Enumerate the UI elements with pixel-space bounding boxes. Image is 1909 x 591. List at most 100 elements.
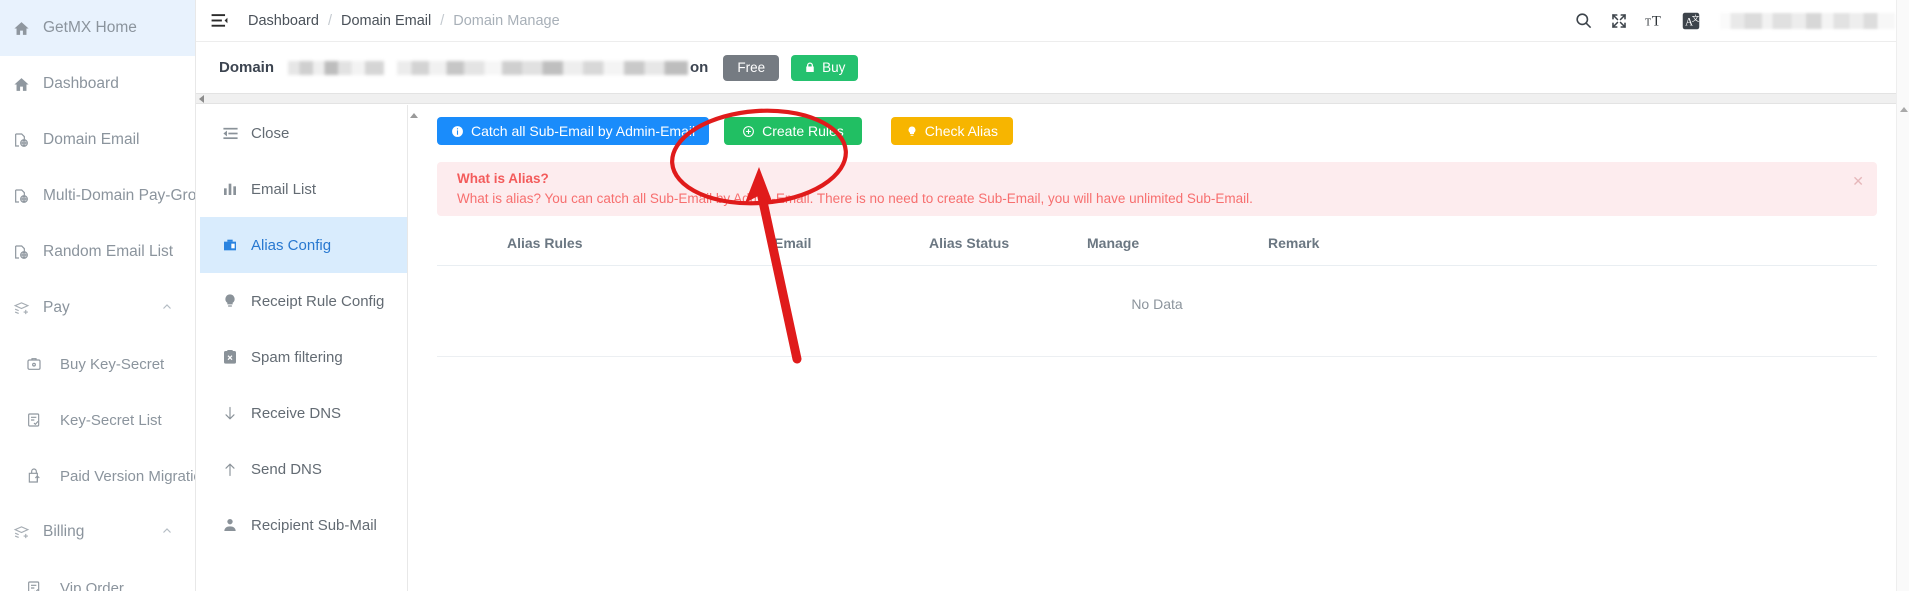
svg-text:T: T [1645,17,1651,28]
alias-info-alert: What is Alias? What is alias? You can ca… [437,162,1877,216]
sidebar-item-label: Key-Secret List [60,411,162,429]
sidebar-item-random-email-list[interactable]: Random Email List [0,224,195,280]
domain-info-bar: Domain on Free Buy [196,42,1909,93]
search-icon[interactable] [1574,11,1593,30]
action-toolbar: Catch all Sub-Email by Admin-Email Creat… [437,117,1013,145]
sidebar-item-getmx-home[interactable]: GetMX Home [0,0,195,56]
sidebar-item-domain-email[interactable]: Domain Email [0,112,195,168]
primary-sidebar: GetMX Home Dashboard Domain Email Multi-… [0,0,196,591]
scroll-left-arrow-icon[interactable] [199,95,204,103]
domain-value-tail: on [690,59,709,76]
account-name-redacted[interactable] [1720,12,1895,29]
inner-menu-item-alias-config[interactable]: Alias Config [200,217,407,273]
horizontal-scrollbar[interactable] [196,93,1909,104]
sidebar-item-label: Vip Order [60,579,124,591]
inner-menu-item-recipient-sub-mail[interactable]: Recipient Sub-Mail [200,497,407,553]
table-bottom-divider [437,356,1877,357]
breadcrumb-domain-manage: Domain Manage [453,12,560,29]
upload-bag-icon [26,468,56,484]
sidebar-item-multi-domain-pay-group[interactable]: Multi-Domain Pay-Group [0,168,195,224]
sidebar-item-paid-version-migration[interactable]: Paid Version Migration [0,448,195,504]
inner-menu-item-receive-dns[interactable]: Receive DNS [200,385,407,441]
pay-tag-icon [13,524,39,541]
top-header: Dashboard / Domain Email / Domain Manage… [196,0,1909,42]
domain-globe-icon [13,188,39,204]
alias-rules-table: Alias Rules Email Alias Status Manage Re… [437,225,1877,357]
home-icon [13,20,39,37]
inner-menu-item-email-list[interactable]: Email List [200,161,407,217]
sidebar-item-dashboard[interactable]: Dashboard [0,56,195,112]
catch-all-sub-email-label: Catch all Sub-Email by Admin-Email [471,123,696,139]
column-header-remark: Remark [1268,235,1320,251]
inner-menu-item-receipt-rule-config[interactable]: Receipt Rule Config [200,273,407,329]
sidebar-item-label: Dashboard [43,75,119,92]
bulb-icon [222,293,247,309]
sidebar-item-vip-order[interactable]: Vip Order [0,560,195,591]
breadcrumb-dashboard[interactable]: Dashboard [248,13,319,29]
home-icon [13,76,39,93]
alert-description: What is alias? You can catch all Sub-Ema… [457,191,1253,206]
inner-menu-item-label: Recipient Sub-Mail [251,516,377,534]
lock-icon [804,61,816,74]
column-header-email: Email [774,235,812,251]
inner-menu-item-label: Receive DNS [251,404,342,422]
domain-secondary-menu: Close Email List Alias Config Receipt Ru… [200,105,408,591]
sidebar-item-pay[interactable]: Pay [0,280,195,336]
bulb-icon [906,125,918,138]
table-header-row: Alias Rules Email Alias Status Manage Re… [437,225,1877,265]
svg-text:文: 文 [1692,13,1700,23]
list-doc-icon [26,580,56,591]
arrow-up-icon [222,461,247,478]
main-content: Catch all Sub-Email by Admin-Email Creat… [419,105,1896,591]
check-alias-button[interactable]: Check Alias [890,117,1013,145]
domain-value-redacted-1 [288,60,385,75]
inner-menu-item-label: Send DNS [251,460,322,478]
buy-button[interactable]: Buy [791,54,859,81]
sidebar-item-label: Paid Version Migration [60,467,196,485]
scroll-up-arrow-icon[interactable] [1900,107,1908,112]
sidebar-item-label: Billing [43,523,85,540]
translate-icon[interactable]: A 文 [1682,12,1700,30]
sidebar-item-label: GetMX Home [43,19,137,36]
alert-title: What is Alias? [457,171,549,186]
domain-globe-icon [13,132,39,148]
close-icon[interactable]: ✕ [1852,174,1864,188]
breadcrumb-domain-email[interactable]: Domain Email [341,13,431,29]
page-scrollbar[interactable] [1896,0,1909,591]
check-alias-label: Check Alias [924,123,998,139]
create-rules-button[interactable]: Create Rules [724,117,862,145]
inner-menu-item-label: Alias Config [251,236,332,254]
scroll-up-arrow-icon[interactable] [410,113,418,118]
app-root: GetMX Home Dashboard Domain Email Multi-… [0,0,1909,591]
inner-menu-item-send-dns[interactable]: Send DNS [200,441,407,497]
domain-value-redacted-2 [397,60,689,75]
inner-menu-item-label: Email List [251,180,317,198]
hamburger-collapse-icon[interactable] [208,10,230,32]
header-actions: T T A 文 [1574,11,1895,30]
font-size-icon[interactable]: T T [1645,12,1665,30]
fullscreen-icon[interactable] [1610,12,1628,30]
user-icon [222,517,247,533]
catch-all-sub-email-button[interactable]: Catch all Sub-Email by Admin-Email [437,117,710,145]
inner-menu-scrollbar[interactable] [408,105,419,591]
plan-badge-free[interactable]: Free [723,54,780,81]
sidebar-item-key-secret-list[interactable]: Key-Secret List [0,392,195,448]
inner-menu-item-spam-filtering[interactable]: Spam filtering [200,329,407,385]
inner-menu-item-label: Receipt Rule Config [251,292,385,310]
briefcase-icon [26,356,56,372]
alias-card-icon [222,237,247,253]
column-header-manage: Manage [1087,235,1140,251]
breadcrumb-separator: / [327,12,332,29]
pay-tag-icon [13,300,39,317]
info-icon [451,125,464,138]
chevron-up-icon [161,525,173,537]
sidebar-item-label: Domain Email [43,131,140,148]
spam-clipboard-icon [222,349,247,365]
svg-text:T: T [1652,13,1661,29]
sidebar-item-billing[interactable]: Billing [0,504,195,560]
sidebar-item-buy-key-secret[interactable]: Buy Key-Secret [0,336,195,392]
breadcrumb-separator: / [440,12,445,29]
column-header-alias-rules: Alias Rules [507,235,583,251]
inner-menu-item-label: Spam filtering [251,348,343,366]
inner-menu-item-close[interactable]: Close [200,105,407,161]
